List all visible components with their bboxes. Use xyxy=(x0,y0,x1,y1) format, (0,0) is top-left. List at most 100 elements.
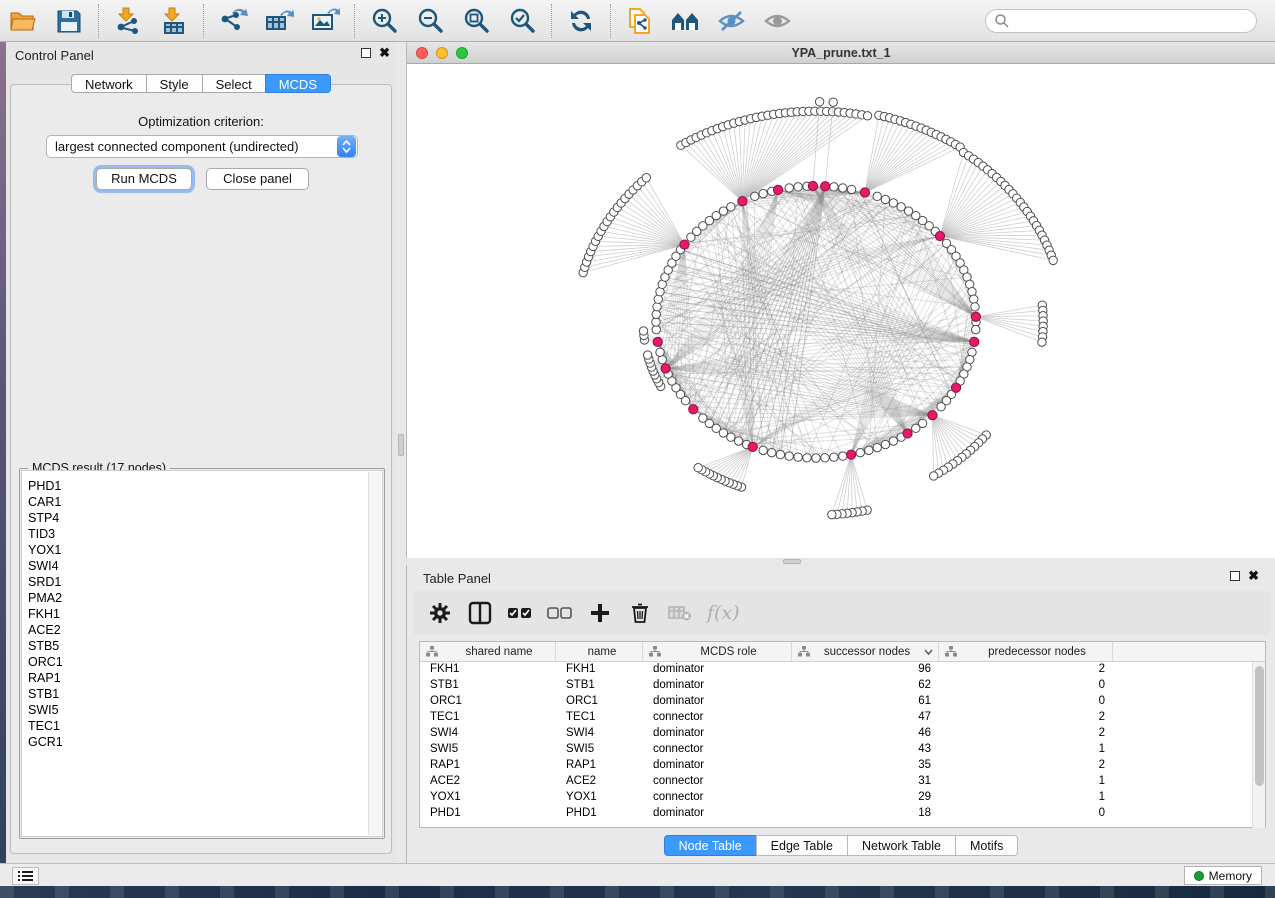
mcds-dominator-node[interactable] xyxy=(951,383,960,392)
mcds-result-item[interactable]: ORC1 xyxy=(28,654,382,670)
network-node[interactable] xyxy=(821,454,829,462)
table-cell[interactable]: SWI5 xyxy=(420,742,556,758)
tab-select[interactable]: Select xyxy=(202,74,265,93)
sort-descending-icon[interactable] xyxy=(924,649,933,655)
delete-column-icon[interactable] xyxy=(627,600,653,626)
column-preferences-icon[interactable] xyxy=(467,600,493,626)
mcds-dominator-node[interactable] xyxy=(808,181,817,190)
mcds-result-item[interactable]: ACE2 xyxy=(28,622,382,638)
network-node[interactable] xyxy=(643,351,651,359)
table-cell[interactable]: SWI4 xyxy=(420,726,556,742)
network-node[interactable] xyxy=(656,348,664,356)
network-node[interactable] xyxy=(815,98,823,106)
mcds-result-item[interactable]: SWI5 xyxy=(28,702,382,718)
table-row[interactable]: ORC1ORC1dominator610 xyxy=(420,694,1265,710)
export-table-icon[interactable] xyxy=(262,4,296,38)
table-cell[interactable]: 2 xyxy=(939,662,1113,678)
run-mcds-button[interactable]: Run MCDS xyxy=(96,168,192,190)
network-node[interactable] xyxy=(839,452,847,460)
tab-node-table[interactable]: Node Table xyxy=(664,835,756,856)
table-row[interactable]: TEC1TEC1connector472 xyxy=(420,710,1265,726)
table-cell[interactable]: 0 xyxy=(939,806,1113,822)
tab-style[interactable]: Style xyxy=(146,74,202,93)
table-cell[interactable]: ACE2 xyxy=(420,774,556,790)
network-node[interactable] xyxy=(699,414,707,422)
network-node[interactable] xyxy=(889,437,897,445)
mcds-result-item[interactable]: STP4 xyxy=(28,510,382,526)
column-header-shared-name[interactable]: shared name xyxy=(420,642,556,661)
table-cell[interactable]: connector xyxy=(643,774,792,790)
mcds-dominator-node[interactable] xyxy=(903,429,912,438)
table-cell[interactable]: 1 xyxy=(939,774,1113,790)
table-cell[interactable]: 47 xyxy=(792,710,939,726)
zoom-in-icon[interactable] xyxy=(367,4,401,38)
table-row[interactable]: RAP1RAP1dominator352 xyxy=(420,758,1265,774)
mcds-dominator-node[interactable] xyxy=(847,450,856,459)
network-node[interactable] xyxy=(863,112,871,120)
table-cell[interactable]: 0 xyxy=(939,678,1113,694)
column-header-mcds-role[interactable]: MCDS role xyxy=(643,642,792,661)
export-image-icon[interactable] xyxy=(308,4,342,38)
mcds-dominator-node[interactable] xyxy=(748,442,757,451)
table-cell[interactable]: 43 xyxy=(792,742,939,758)
mcds-dominator-node[interactable] xyxy=(653,337,662,346)
network-node[interactable] xyxy=(847,185,855,193)
mcds-result-item[interactable]: TID3 xyxy=(28,526,382,542)
tab-network[interactable]: Network xyxy=(71,74,146,93)
network-node[interactable] xyxy=(768,448,776,456)
table-cell[interactable]: 61 xyxy=(792,694,939,710)
table-cell[interactable]: 29 xyxy=(792,790,939,806)
close-panel-button[interactable]: Close panel xyxy=(206,168,309,190)
table-cell[interactable]: STB1 xyxy=(420,678,556,694)
tab-motifs[interactable]: Motifs xyxy=(955,835,1018,856)
table-cell[interactable]: TEC1 xyxy=(420,710,556,726)
table-scrollbar[interactable] xyxy=(1252,662,1265,828)
mcds-list-scrollbar[interactable] xyxy=(368,472,381,835)
network-node[interactable] xyxy=(785,184,793,192)
network-node[interactable] xyxy=(929,472,937,480)
network-title-bar[interactable]: YPA_prune.txt_1 xyxy=(407,42,1275,64)
search-field[interactable] xyxy=(985,9,1257,33)
network-node[interactable] xyxy=(734,437,742,445)
mcds-result-item[interactable]: PHD1 xyxy=(28,478,382,494)
mcds-result-item[interactable]: FKH1 xyxy=(28,606,382,622)
table-row[interactable]: FKH1FKH1dominator962 xyxy=(420,662,1265,678)
select-all-icon[interactable] xyxy=(507,600,533,626)
tab-network-table[interactable]: Network Table xyxy=(847,835,955,856)
table-cell[interactable]: dominator xyxy=(643,662,792,678)
mcds-result-item[interactable]: STB1 xyxy=(28,686,382,702)
network-node[interactable] xyxy=(873,443,881,451)
panel-menu-button[interactable] xyxy=(12,867,39,885)
table-cell[interactable]: PHD1 xyxy=(420,806,556,822)
function-builder-icon[interactable]: f(x) xyxy=(707,600,740,626)
mcds-result-item[interactable]: GCR1 xyxy=(28,734,382,750)
table-cell[interactable]: SWI5 xyxy=(556,742,643,758)
mcds-dominator-node[interactable] xyxy=(971,312,980,321)
network-node[interactable] xyxy=(653,303,661,311)
network-node[interactable] xyxy=(830,453,838,461)
network-node[interactable] xyxy=(751,192,759,200)
network-node[interactable] xyxy=(642,174,650,182)
float-panel-icon[interactable] xyxy=(1230,571,1240,581)
table-cell[interactable]: ORC1 xyxy=(556,694,643,710)
network-node[interactable] xyxy=(912,424,920,432)
zoom-fit-icon[interactable] xyxy=(459,4,493,38)
table-row[interactable]: STB1STB1dominator620 xyxy=(420,678,1265,694)
table-cell[interactable]: dominator xyxy=(643,694,792,710)
table-row[interactable]: ACE2ACE2connector311 xyxy=(420,774,1265,790)
network-node[interactable] xyxy=(794,453,802,461)
table-cell[interactable]: 1 xyxy=(939,742,1113,758)
network-node[interactable] xyxy=(1049,256,1057,264)
open-session-icon[interactable] xyxy=(6,4,40,38)
table-cell[interactable]: SWI4 xyxy=(556,726,643,742)
network-canvas[interactable] xyxy=(407,64,1275,558)
table-cell[interactable]: PHD1 xyxy=(556,806,643,822)
network-node[interactable] xyxy=(829,98,837,106)
network-node[interactable] xyxy=(881,440,889,448)
deselect-all-icon[interactable] xyxy=(547,600,573,626)
table-cell[interactable]: FKH1 xyxy=(556,662,643,678)
refresh-icon[interactable] xyxy=(564,4,598,38)
mcds-result-item[interactable]: SWI4 xyxy=(28,558,382,574)
duplicate-network-icon[interactable] xyxy=(623,4,657,38)
table-cell[interactable]: 2 xyxy=(939,710,1113,726)
